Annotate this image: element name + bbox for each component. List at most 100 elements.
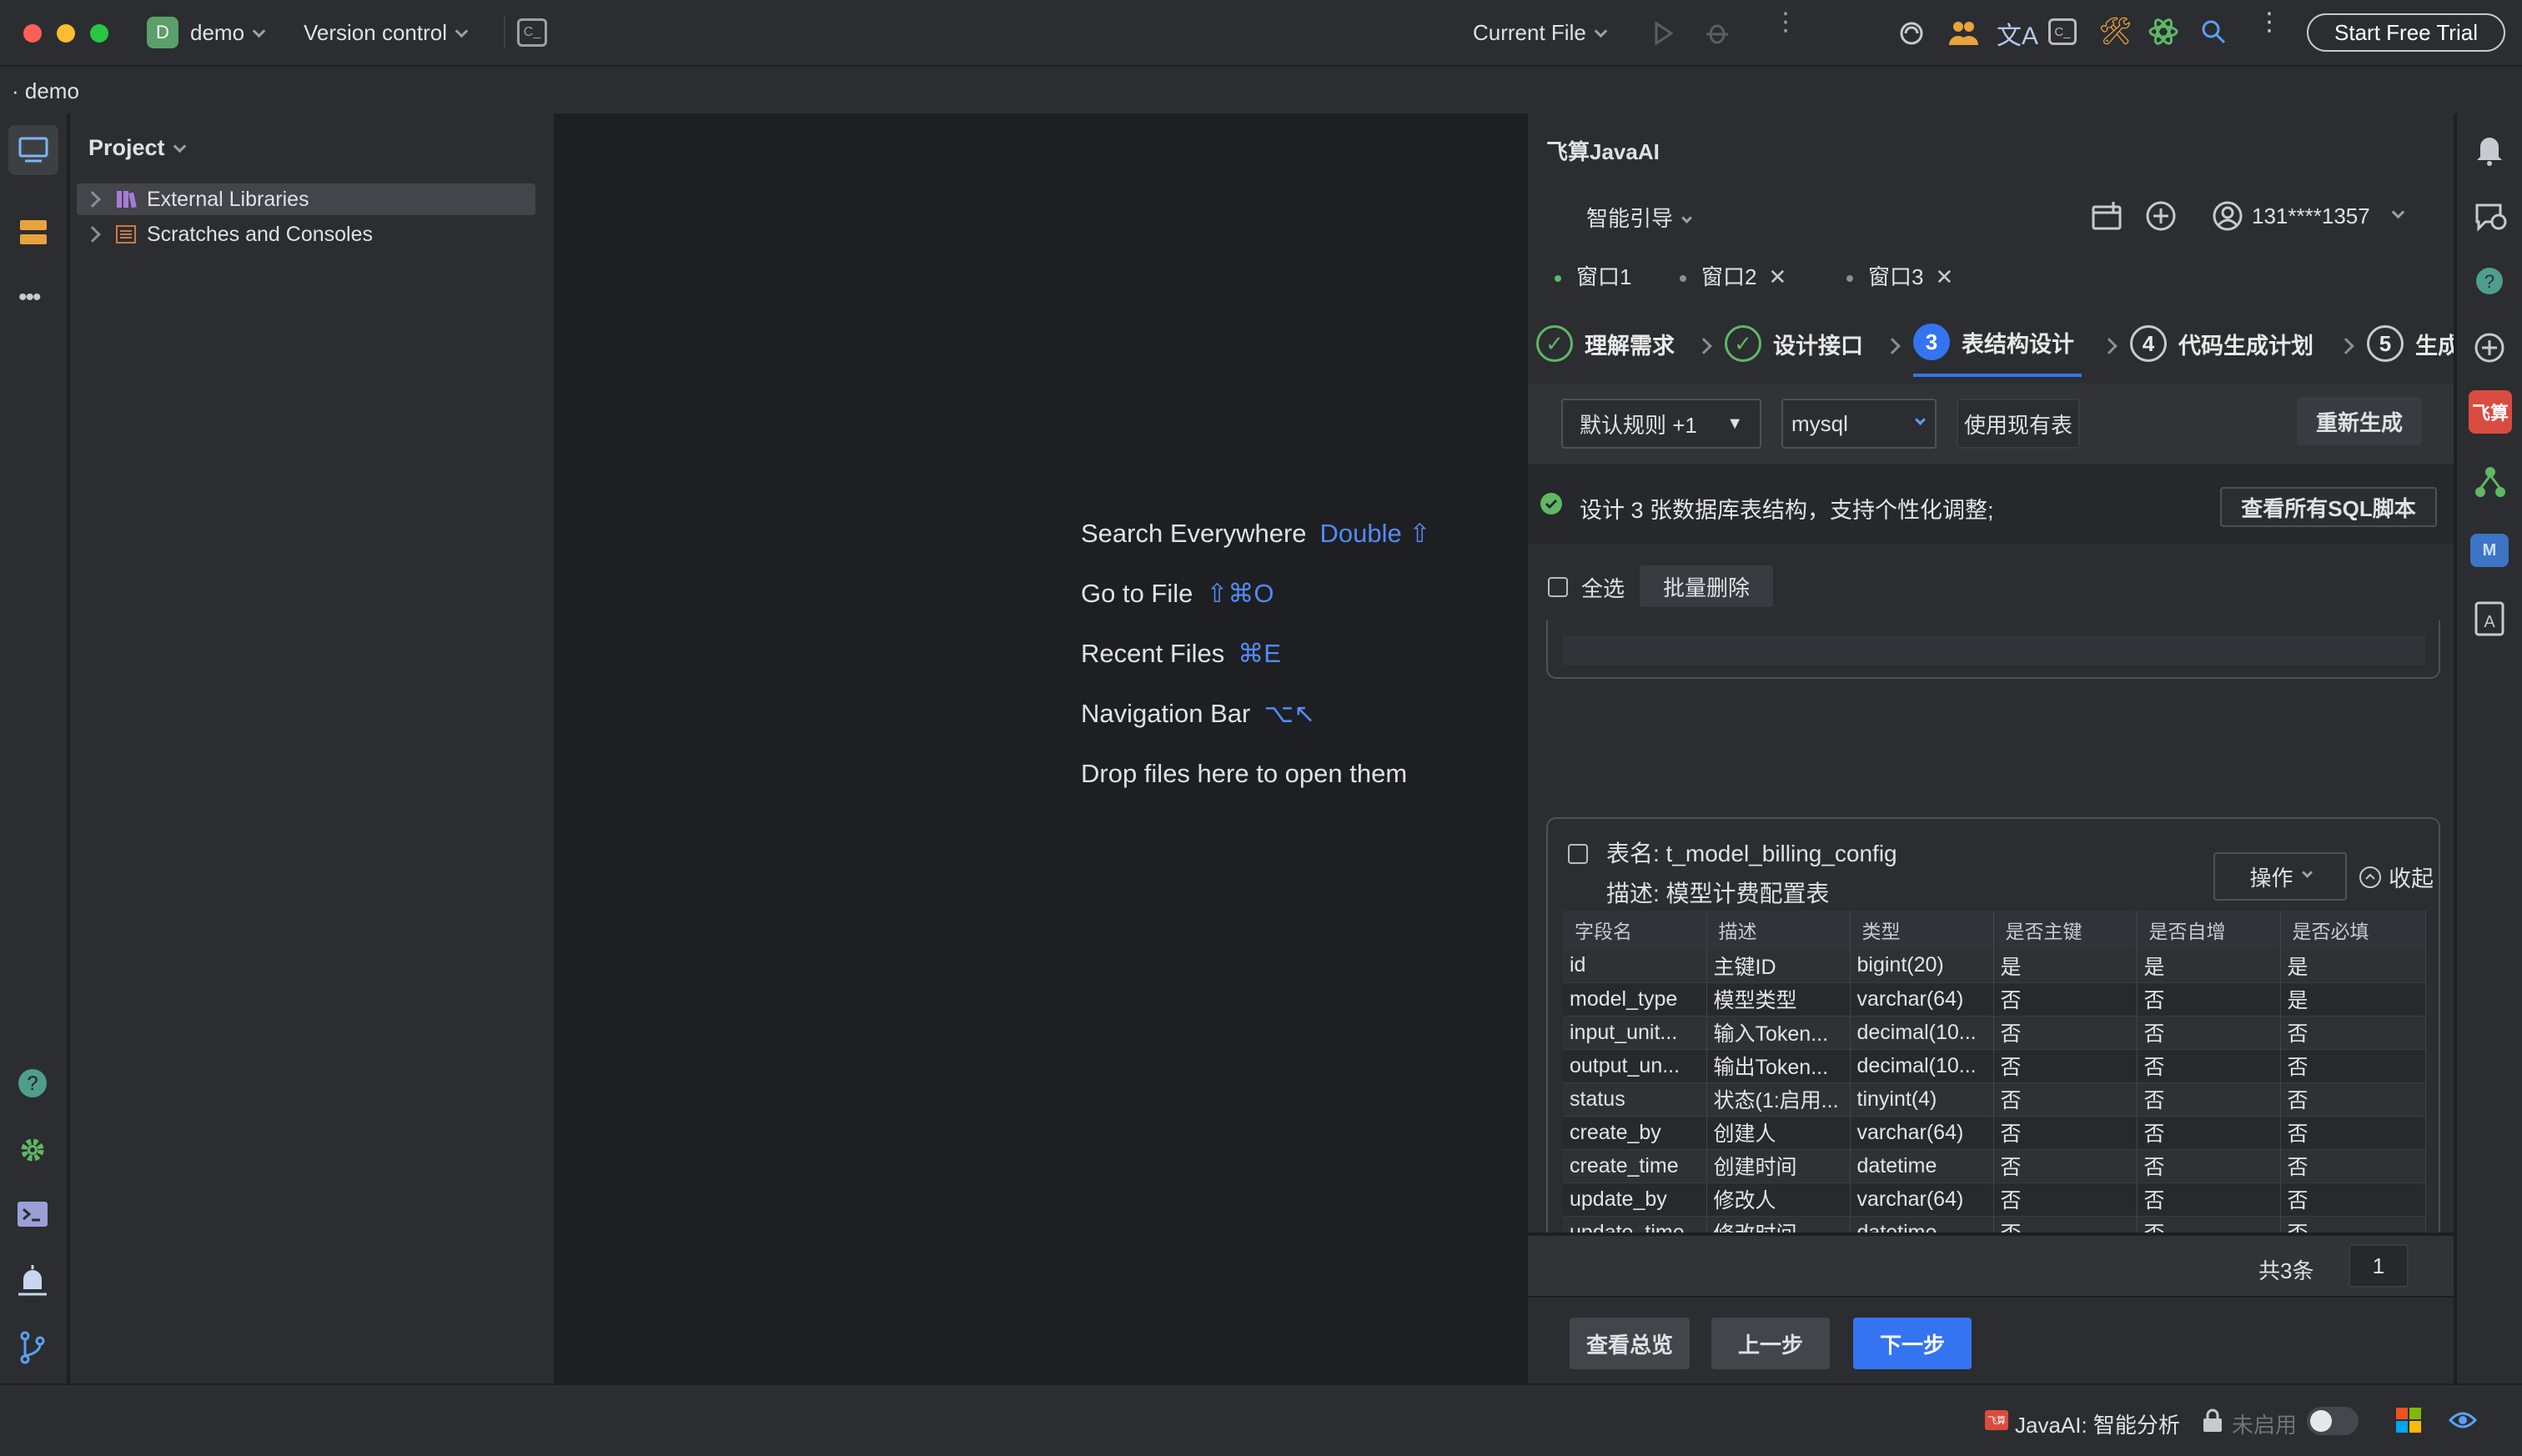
user-account-menu[interactable]: 131****1357 [2212, 200, 2404, 232]
terminal-icon[interactable]: C_ [2048, 18, 2077, 45]
analysis-toggle[interactable] [2307, 1407, 2359, 1435]
debug-icon[interactable] [1705, 20, 1730, 45]
collapse-button[interactable]: 收起 [2359, 861, 2434, 893]
notifications-bell-icon[interactable] [2474, 133, 2505, 167]
table-header-row: 字段名 描述 类型 是否主键 是否自增 是否必填 [1563, 911, 2426, 949]
page-number-input[interactable]: 1 [2349, 1244, 2409, 1288]
rules-select[interactable]: 默认规则 +1 ▼ [1561, 399, 1761, 449]
table-cell: decimal(10... [1850, 1049, 1994, 1083]
table-row[interactable]: id 主键ID bigint(20) 是是是 [1563, 949, 2426, 983]
table-cell: 创建人 [1706, 1116, 1851, 1150]
more-actions-icon[interactable]: ⋮ [1773, 10, 1798, 35]
tree-item-scratches[interactable]: Scratches and Consoles [77, 218, 535, 250]
table-row[interactable]: create_time 创建时间 datetime 否否否 [1563, 1149, 2426, 1183]
lock-icon [2203, 1408, 2222, 1432]
run-config-selector[interactable]: Current File [1473, 20, 1608, 46]
settings-gear-icon[interactable] [17, 1134, 48, 1166]
step-2[interactable]: ✓ 设计接口 [1725, 325, 1863, 362]
step-1[interactable]: ✓ 理解需求 [1536, 325, 1675, 362]
ai-chat-icon[interactable] [2474, 200, 2507, 232]
previous-table-card [1546, 620, 2440, 679]
ai-assistant-icon[interactable] [1898, 20, 1925, 47]
mode-selector[interactable]: 智能引导 [1586, 202, 1692, 233]
breadcrumb-project[interactable]: · demo [12, 78, 79, 104]
problems-icon[interactable] [17, 1264, 48, 1298]
project-avatar[interactable]: D [147, 17, 178, 48]
table-cell: create_by [1563, 1116, 1707, 1150]
tab-window-3[interactable]: 窗口3 ✕ [1846, 260, 1953, 291]
tree-item-label: External Libraries [147, 188, 309, 211]
plugin-icon[interactable] [2148, 17, 2178, 47]
history-window-icon[interactable] [2092, 202, 2123, 230]
close-tab-icon[interactable]: ✕ [1768, 264, 1786, 289]
database-graph-icon[interactable] [2474, 465, 2507, 499]
svg-text:?: ? [2484, 271, 2494, 292]
step-3[interactable]: 3 表结构设计 [1913, 324, 2074, 360]
tree-item-external-libraries[interactable]: External Libraries [77, 183, 535, 215]
regenerate-button[interactable]: 重新生成 [2297, 397, 2422, 445]
structure-icon[interactable] [18, 218, 48, 247]
minimize-window-button[interactable] [57, 24, 75, 43]
ai-brain-icon[interactable] [2474, 332, 2505, 364]
operations-menu[interactable]: 操作 [2213, 852, 2347, 901]
close-tab-icon[interactable]: ✕ [1935, 264, 1953, 289]
main-menu-icon[interactable]: ⋮ [2257, 10, 2282, 35]
table-cell: 创建时间 [1706, 1149, 1851, 1183]
table-cell: 否 [2137, 1182, 2281, 1217]
analysis-disabled-label: 未启用 [2232, 1413, 2298, 1438]
table-row[interactable]: update_by 修改人 varchar(64) 否否否 [1563, 1182, 2426, 1217]
help-icon[interactable]: ? [17, 1067, 48, 1099]
terminal-shortcut-icon[interactable]: C_ [517, 18, 547, 47]
windows-logo-icon[interactable] [2395, 1407, 2422, 1433]
table-cell: 输出Token... [1706, 1049, 1851, 1083]
search-icon[interactable] [2200, 18, 2227, 45]
batch-delete-button[interactable]: 批量删除 [1640, 565, 1773, 607]
feisuan-javaai-icon[interactable]: 飞算 [2469, 390, 2512, 434]
vcs-menu[interactable]: Version control [304, 20, 469, 46]
fields-table-wrapper: 字段名 描述 类型 是否主键 是否自增 是否必填 id 主键ID bigint(20… [1563, 911, 2426, 1288]
project-tool-button[interactable] [8, 125, 58, 175]
tab-window-1[interactable]: 窗口1 [1555, 260, 1631, 291]
start-free-trial-button[interactable]: Start Free Trial [2307, 13, 2505, 52]
help-icon[interactable]: ? [2474, 265, 2505, 297]
more-tools-icon[interactable]: ••• [18, 284, 41, 312]
javaai-status[interactable]: JavaAI: 智能分析 [2015, 1408, 2180, 1439]
table-row[interactable]: status 状态(1:启用... tinyint(4) 否否否 [1563, 1082, 2426, 1117]
build-tools-icon[interactable]: 🛠 [2098, 15, 2133, 47]
table-select-checkbox[interactable] [1568, 844, 1588, 864]
terminal-icon[interactable] [17, 1201, 48, 1228]
previous-step-button[interactable]: 上一步 [1711, 1318, 1830, 1369]
eye-icon[interactable] [2449, 1408, 2477, 1432]
project-panel-header[interactable]: Project [88, 135, 186, 161]
select-all-checkbox[interactable] [1548, 577, 1568, 597]
table-cell: 输入Token... [1706, 1016, 1851, 1050]
mybatis-icon[interactable]: M [2470, 534, 2509, 567]
view-sql-button[interactable]: 查看所有SQL脚本 [2220, 487, 2437, 527]
code-with-me-icon[interactable] [1948, 18, 1978, 47]
title-bar: D demo Version control C_ Current File ⋮… [0, 0, 2522, 67]
editor-area: Search Everywhere Double ⇧ Go to File ⇧⌘O … [557, 113, 1525, 1383]
table-row[interactable]: input_unit... 输入Token... decimal(10... 否否否 [1563, 1016, 2426, 1050]
table-row[interactable]: output_un... 输出Token... decimal(10... 否否否 [1563, 1049, 2426, 1083]
table-row[interactable]: create_by 创建人 varchar(64) 否否否 [1563, 1116, 2426, 1150]
git-branch-icon[interactable] [18, 1331, 47, 1364]
chevron-down-icon [1905, 400, 1935, 447]
table-cell: varchar(64) [1850, 1182, 1994, 1217]
table-row[interactable]: model_type 模型类型 varchar(64) 否否是 [1563, 982, 2426, 1017]
step-4[interactable]: 4 代码生成计划 [2130, 325, 2314, 362]
close-window-button[interactable] [23, 24, 42, 43]
database-select[interactable]: mysql [1781, 399, 1937, 449]
document-icon[interactable]: A [2474, 600, 2505, 637]
zoom-window-button[interactable] [90, 24, 108, 43]
table-cell: 否 [2137, 1049, 2281, 1083]
new-session-icon[interactable] [2145, 200, 2177, 232]
run-icon[interactable] [1655, 22, 1673, 45]
use-existing-table-button[interactable]: 使用现有表 [1957, 399, 2080, 449]
table-cell: tinyint(4) [1850, 1082, 1994, 1117]
view-overview-button[interactable]: 查看总览 [1570, 1318, 1690, 1369]
translate-icon[interactable]: 文A [1997, 15, 2038, 52]
next-step-button[interactable]: 下一步 [1853, 1318, 1972, 1369]
tab-window-2[interactable]: 窗口2 ✕ [1680, 260, 1786, 291]
step-5[interactable]: 5 生成 [2367, 325, 2454, 362]
project-selector[interactable]: demo [190, 20, 266, 46]
